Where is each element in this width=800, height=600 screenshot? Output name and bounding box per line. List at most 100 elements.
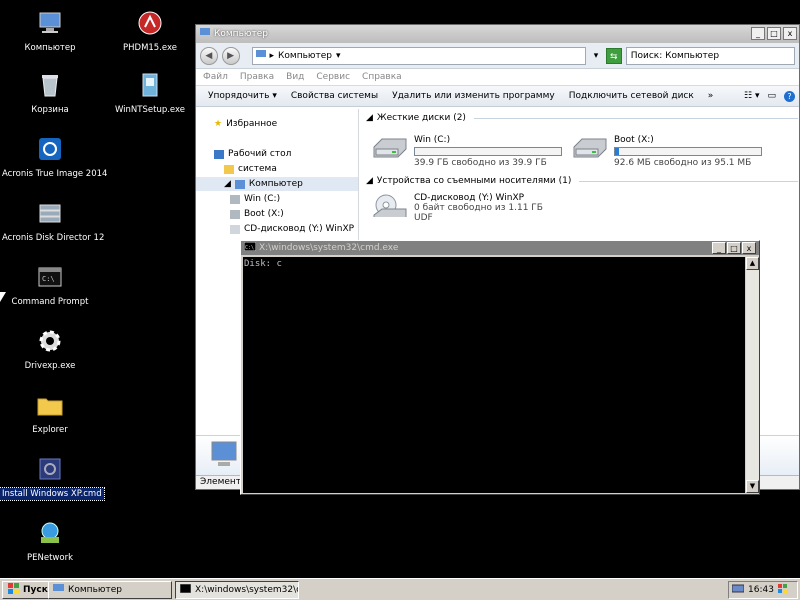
task-button-computer[interactable]: Компьютер — [48, 581, 172, 599]
desktop-icon-label: Drivexp.exe — [24, 361, 76, 371]
nav-system[interactable]: система — [224, 162, 277, 176]
hard-drive-icon — [573, 138, 607, 158]
phdm-icon — [135, 8, 165, 38]
map-network-drive-button[interactable]: Подключить сетевой диск — [569, 91, 694, 101]
help-icon[interactable]: ? — [784, 90, 795, 102]
drive-info: 92.6 МБ свободно из 95.1 МБ — [614, 158, 752, 168]
expand-arrow-icon[interactable]: ◢ — [224, 179, 231, 189]
organize-button[interactable]: Упорядочить ▾ — [208, 91, 277, 101]
refresh-button[interactable]: ⇆ — [605, 47, 622, 64]
address-text: Компьютер — [278, 50, 332, 61]
nav-computer[interactable]: ◢ Компьютер — [196, 177, 358, 191]
desktop-icon-command-prompt[interactable]: C:\ Command Prompt — [0, 262, 100, 308]
group-header-hard-disks[interactable]: ◢ Жесткие диски (2) — [362, 111, 798, 125]
search-input[interactable]: Поиск: Компьютер — [625, 46, 796, 65]
explorer-titlebar[interactable]: Компьютер _ □ x — [196, 25, 799, 43]
forward-button[interactable]: ▶ — [221, 46, 240, 65]
address-chevron-icon[interactable]: ▸ — [270, 51, 275, 61]
menu-file[interactable]: Файл — [203, 72, 228, 82]
nav-cd-drive[interactable]: CD-дисковод (Y:) WinXP — [230, 222, 354, 236]
desktop-icon-label: Explorer — [32, 425, 68, 435]
address-bar[interactable]: ▸ Компьютер ▾ — [251, 46, 587, 65]
minimize-button[interactable]: _ — [712, 242, 726, 254]
desktop-icon-acronis-true-image[interactable]: Acronis True Image 2014 — [0, 134, 107, 180]
drive-item-x[interactable]: Boot (X:) 92.6 МБ свободно из 95.1 МБ — [572, 135, 762, 168]
desktop-icon-explorer[interactable]: Explorer — [0, 390, 100, 436]
computer-icon — [35, 8, 65, 38]
drive-name: CD-дисковод (Y:) WinXP — [414, 193, 525, 203]
more-commands-button[interactable]: » — [708, 91, 714, 101]
collapse-icon[interactable]: ◢ — [366, 113, 373, 123]
windows-logo-icon — [8, 582, 20, 597]
address-dropdown-icon[interactable]: ▾ — [590, 51, 602, 61]
hard-drive-icon — [373, 138, 407, 158]
vertical-scrollbar[interactable]: ▲ ▼ — [746, 257, 759, 493]
cmd-window[interactable]: C:\ X:\windows\system32\cmd.exe _ □ x Di… — [240, 240, 760, 495]
scroll-up-button[interactable]: ▲ — [746, 257, 759, 270]
menu-edit[interactable]: Правка — [240, 72, 274, 82]
cmd-titlebar[interactable]: C:\ X:\windows\system32\cmd.exe _ □ x — [241, 241, 759, 255]
menu-bar: Файл Правка Вид Сервис Справка — [196, 69, 799, 85]
command-prompt-icon: C:\ — [243, 241, 257, 254]
console-output[interactable]: Disk: c — [243, 257, 745, 493]
drive-item-c[interactable]: Win (C:) 39.9 ГБ свободно из 39.9 ГБ — [372, 135, 562, 168]
drive-usage-bar — [414, 147, 562, 156]
command-prompt-icon: C:\ — [35, 262, 65, 292]
desktop-icon-label: Acronis Disk Director 12 — [2, 233, 105, 243]
desktop-icon-acronis-disk-director[interactable]: Acronis Disk Director 12 — [0, 198, 104, 244]
menu-help[interactable]: Справка — [362, 72, 402, 82]
desktop-icon-drivexp[interactable]: Drivexp.exe — [0, 326, 100, 372]
start-button[interactable]: Пуск — [2, 580, 54, 599]
console-line: Disk: c — [244, 259, 282, 269]
drive-item-cd[interactable]: CD-дисковод (Y:) WinXP 0 байт свободно и… — [372, 193, 543, 223]
mouse-cursor — [0, 292, 6, 302]
desktop-icon-label: Компьютер — [24, 43, 76, 53]
computer-icon — [200, 28, 210, 40]
preview-pane-icon[interactable]: ▭ — [767, 91, 776, 102]
acronis-true-image-icon — [35, 134, 65, 164]
maximize-button[interactable]: □ — [727, 242, 741, 254]
keyboard-icon[interactable] — [731, 584, 745, 596]
back-button[interactable]: ◀ — [200, 46, 218, 65]
computer-icon — [53, 584, 64, 596]
group-header-removable[interactable]: ◢ Устройства со съемными носителями (1) — [362, 174, 798, 188]
chevron-down-icon[interactable]: ▾ — [336, 51, 341, 61]
desktop-icon-computer[interactable]: Компьютер — [0, 8, 100, 54]
desktop-icon-label: Install Windows XP.cmd — [0, 487, 105, 501]
menu-tools[interactable]: Сервис — [316, 72, 350, 82]
close-button[interactable]: x — [742, 242, 756, 254]
star-icon: ★ — [214, 119, 223, 129]
winntsetup-icon — [135, 70, 165, 100]
nav-favorites[interactable]: ★ Избранное — [214, 117, 277, 131]
cd-drive-icon — [230, 224, 240, 234]
acronis-disk-director-icon — [35, 198, 65, 228]
network-icon — [35, 518, 65, 548]
collapse-icon[interactable]: ◢ — [366, 176, 373, 186]
close-button[interactable]: x — [783, 27, 797, 40]
drive-usage-bar — [614, 147, 762, 156]
clock[interactable]: 16:43 — [748, 585, 774, 595]
desktop-icon-label: Корзина — [31, 105, 69, 115]
task-button-cmd[interactable]: X:\windows\system32\c... — [175, 581, 299, 599]
flag-icon[interactable] — [777, 584, 788, 596]
minimize-button[interactable]: _ — [751, 27, 765, 40]
scroll-down-button[interactable]: ▼ — [746, 480, 759, 493]
desktop-icon-winntsetup[interactable]: WinNTSetup.exe — [100, 70, 200, 116]
desktop-icon-phdm[interactable]: PHDM15.exe — [100, 8, 200, 54]
desktop-icon-penetwork[interactable]: PENetwork — [0, 518, 100, 564]
uninstall-program-button[interactable]: Удалить или изменить программу — [392, 91, 555, 101]
desktop-icon-label: WinNTSetup.exe — [114, 105, 186, 115]
view-options-icon[interactable]: ☷ ▾ — [744, 91, 759, 102]
menu-view[interactable]: Вид — [286, 72, 304, 82]
nav-drive-c[interactable]: Win (C:) — [230, 192, 280, 206]
desktop-icon-recycle-bin[interactable]: Корзина — [0, 70, 100, 116]
folder-icon — [35, 390, 65, 420]
taskbar: Пуск Компьютер X:\windows\system32\c... … — [0, 578, 800, 600]
system-properties-button[interactable]: Свойства системы — [291, 91, 378, 101]
nav-desktop[interactable]: Рабочий стол — [214, 147, 291, 161]
maximize-button[interactable]: □ — [767, 27, 781, 40]
folder-icon — [224, 164, 234, 174]
desktop-icon-install-windows-xp[interactable]: Install Windows XP.cmd — [0, 454, 105, 501]
desktop-icon-label: PENetwork — [27, 553, 73, 563]
nav-drive-x[interactable]: Boot (X:) — [230, 207, 284, 221]
